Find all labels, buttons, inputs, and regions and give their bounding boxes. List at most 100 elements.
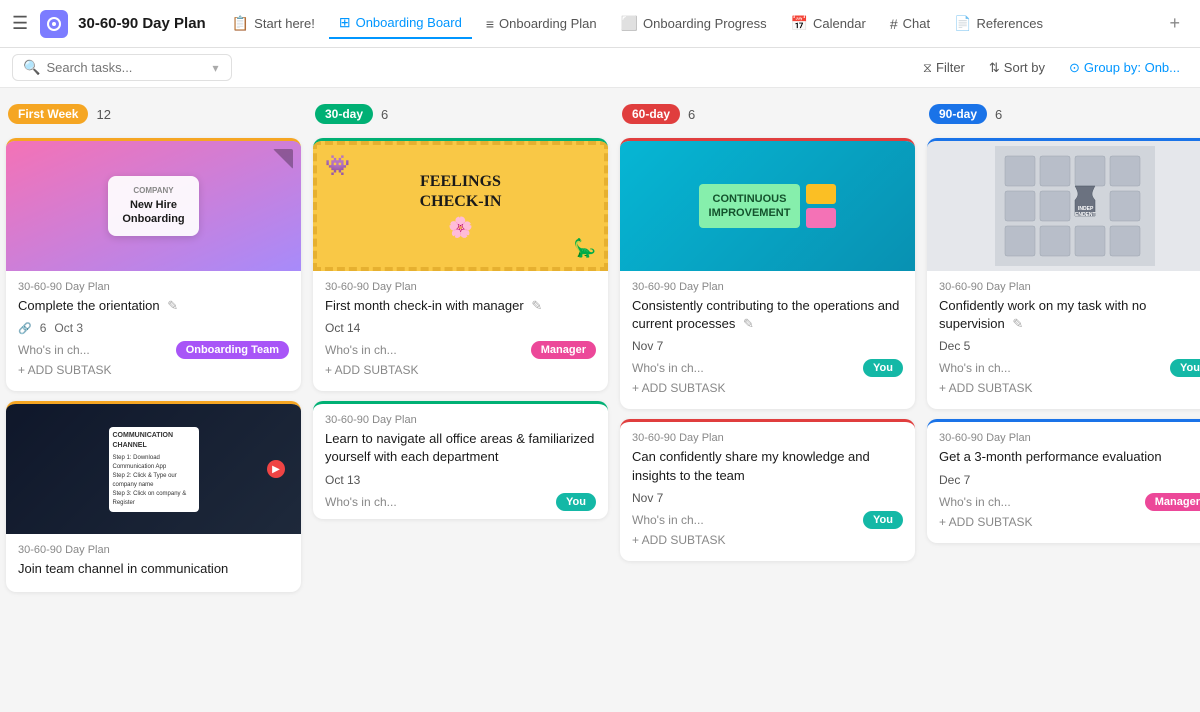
edit-icon-7[interactable]: ✎ [1012, 316, 1023, 331]
add-subtask-6[interactable]: + ADD SUBTASK [632, 529, 903, 553]
card-footer-3: Who's in ch... Manager [325, 341, 596, 359]
card-body-navigate: 30-60-90 Day Plan Learn to navigate all … [313, 404, 608, 518]
add-subtask-1[interactable]: + ADD SUBTASK [18, 359, 289, 383]
group-icon: ⊙ [1069, 60, 1080, 76]
app-icon [40, 10, 68, 38]
card-project-5: 30-60-90 Day Plan [632, 281, 903, 293]
date-1: Oct 3 [54, 321, 83, 335]
toolbar: 🔍 ▾ ⧖ Filter ⇅ Sort by ⊙ Group by: Onb..… [0, 48, 1200, 88]
add-subtask-5[interactable]: + ADD SUBTASK [632, 377, 903, 401]
card-body-supervision: 30-60-90 Day Plan Confidently work on my… [927, 271, 1200, 409]
chat-icon: # [890, 16, 898, 32]
board: First Week 12 COMPANY New HireOnboarding… [0, 88, 1200, 712]
search-chevron-icon: ▾ [212, 61, 218, 75]
tab-references[interactable]: 📄 References [944, 9, 1053, 38]
card-body-channel: 30-60-90 Day Plan Join team channel in c… [6, 534, 301, 592]
tab-start[interactable]: 📋 Start here! [222, 9, 325, 38]
card-footer-1: Who's in ch... Onboarding Team [18, 341, 289, 359]
card-project-6: 30-60-90 Day Plan [632, 432, 903, 444]
board-icon: ⊞ [339, 14, 351, 31]
card-date-5: Nov 7 [632, 339, 903, 353]
card-project-7: 30-60-90 Day Plan [939, 281, 1200, 293]
group-button[interactable]: ⊙ Group by: Onb... [1061, 56, 1188, 80]
card-footer-5: Who's in ch... You [632, 359, 903, 377]
sort-button[interactable]: ⇅ Sort by [981, 56, 1053, 80]
edit-icon-5[interactable]: ✎ [743, 316, 754, 331]
tab-chat[interactable]: # Chat [880, 10, 940, 38]
tab-calendar[interactable]: 📅 Calendar [781, 9, 876, 38]
whos-label-3: Who's in ch... [325, 343, 397, 357]
card-body-contributing: 30-60-90 Day Plan Consistently contribut… [620, 271, 915, 409]
edit-icon-1[interactable]: ✎ [167, 298, 178, 313]
card-knowledge: 30-60-90 Day Plan Can confidently share … [620, 419, 915, 560]
tag-3: Manager [531, 341, 596, 359]
tag-4: You [556, 493, 596, 511]
col-count-30day: 6 [381, 107, 388, 122]
svg-text:ENDENT: ENDENT [1075, 212, 1096, 218]
tag-1: Onboarding Team [176, 341, 289, 359]
col-badge-30day: 30-day [315, 104, 373, 124]
card-checkin: FEELINGSCHECK-IN 🌸 👾 🦕 30-60-90 Day Plan… [313, 138, 608, 391]
whos-label-1: Who's in ch... [18, 343, 90, 357]
app-title: 30-60-90 Day Plan [78, 15, 206, 32]
card-footer-7: Who's in ch... You [939, 359, 1200, 377]
sort-icon: ⇅ [989, 60, 1000, 76]
whos-label-7: Who's in ch... [939, 361, 1011, 375]
tag-6: You [863, 511, 903, 529]
filter-button[interactable]: ⧖ Filter [915, 56, 973, 80]
filter-icon: ⧖ [923, 60, 932, 76]
card-navigate: 30-60-90 Day Plan Learn to navigate all … [313, 401, 608, 518]
col-badge-first-week: First Week [8, 104, 88, 124]
card-project-2: 30-60-90 Day Plan [18, 544, 289, 556]
card-evaluation: 30-60-90 Day Plan Get a 3-month performa… [927, 419, 1200, 542]
subtask-count-1: 6 [40, 321, 47, 335]
card-body-evaluation: 30-60-90 Day Plan Get a 3-month performa… [927, 422, 1200, 542]
calendar-icon: 📅 [791, 15, 808, 32]
card-body-knowledge: 30-60-90 Day Plan Can confidently share … [620, 422, 915, 560]
references-icon: 📄 [954, 15, 971, 32]
search-input[interactable] [46, 60, 206, 75]
add-subtask-7[interactable]: + ADD SUBTASK [939, 377, 1200, 401]
tab-plan[interactable]: ≡ Onboarding Plan [476, 10, 607, 38]
card-footer-4: Who's in ch... You [325, 493, 596, 511]
tag-7: You [1170, 359, 1200, 377]
subtask-icon-1: 🔗 [18, 322, 32, 335]
tab-board[interactable]: ⊞ Onboarding Board [329, 8, 472, 39]
card-title-8: Get a 3-month performance evaluation [939, 448, 1200, 466]
edit-icon-3[interactable]: ✎ [531, 298, 542, 313]
card-title-1: Complete the orientation ✎ [18, 297, 289, 315]
card-date-3: Oct 14 [325, 321, 596, 335]
col-badge-60day: 60-day [622, 104, 680, 124]
card-orientation: COMPANY New HireOnboarding 30-60-90 Day … [6, 138, 301, 391]
column-first-week: First Week 12 COMPANY New HireOnboarding… [6, 100, 301, 700]
top-nav: ☰ 30-60-90 Day Plan 📋 Start here! ⊞ Onbo… [0, 0, 1200, 48]
card-project-4: 30-60-90 Day Plan [325, 414, 596, 426]
col-header-first-week: First Week 12 [6, 100, 301, 128]
hamburger-icon[interactable]: ☰ [12, 13, 28, 34]
add-tab-button[interactable]: + [1161, 9, 1188, 38]
col-badge-90day: 90-day [929, 104, 987, 124]
whos-label-4: Who's in ch... [325, 495, 397, 509]
plan-icon: ≡ [486, 16, 494, 32]
add-subtask-8[interactable]: + ADD SUBTASK [939, 511, 1200, 535]
search-area[interactable]: 🔍 ▾ [12, 54, 232, 81]
card-title-2: Join team channel in communication [18, 560, 289, 578]
add-subtask-3[interactable]: + ADD SUBTASK [325, 359, 596, 383]
whos-label-8: Who's in ch... [939, 495, 1011, 509]
card-footer-6: Who's in ch... You [632, 511, 903, 529]
tag-8: Manager [1145, 493, 1200, 511]
card-title-5: Consistently contributing to the operati… [632, 297, 903, 333]
column-30day: 30-day 6 FEELINGSCHECK-IN 🌸 👾 🦕 30-60-90… [313, 100, 608, 700]
col-header-30day: 30-day 6 [313, 100, 608, 128]
card-contributing: CONTINUOUSIMPROVEMENT 30-60-90 Day Plan … [620, 138, 915, 409]
tab-progress[interactable]: ⬜ Onboarding Progress [611, 9, 777, 38]
col-count-90day: 6 [995, 107, 1002, 122]
card-title-6: Can confidently share my knowledge and i… [632, 448, 903, 484]
card-footer-8: Who's in ch... Manager [939, 493, 1200, 511]
col-header-90day: 90-day 6 [927, 100, 1200, 128]
card-project-8: 30-60-90 Day Plan [939, 432, 1200, 444]
card-title-7: Confidently work on my task with no supe… [939, 297, 1200, 333]
card-body-checkin: 30-60-90 Day Plan First month check-in w… [313, 271, 608, 391]
col-count-60day: 6 [688, 107, 695, 122]
column-90day: 90-day 6 [927, 100, 1200, 700]
